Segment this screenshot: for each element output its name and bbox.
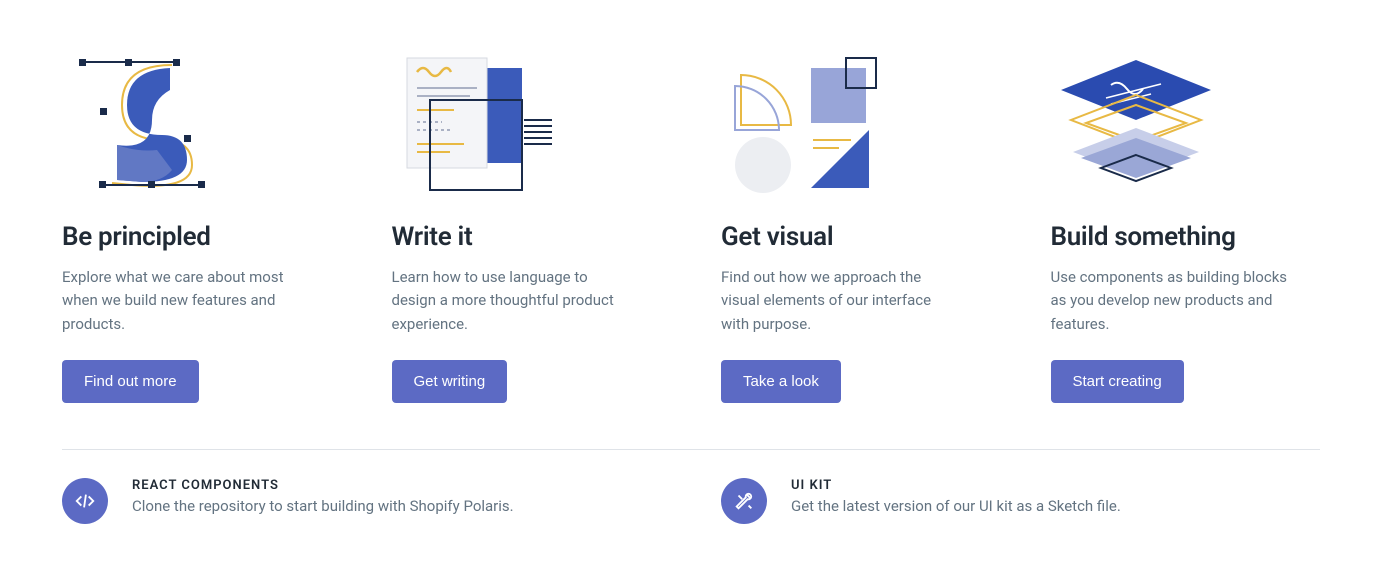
card-get-visual: Get visual Find out how we approach the …	[721, 40, 991, 403]
card-description: Learn how to use language to design a mo…	[392, 266, 632, 336]
find-out-more-button[interactable]: Find out more	[62, 360, 199, 403]
card-description: Use components as building blocks as you…	[1051, 266, 1291, 336]
resource-description: Get the latest version of our UI kit as …	[791, 497, 1121, 515]
get-writing-button[interactable]: Get writing	[392, 360, 508, 403]
card-description: Find out how we approach the visual elem…	[721, 266, 961, 336]
resources-row: REACT COMPONENTS Clone the repository to…	[62, 478, 1320, 524]
resource-label: REACT COMPONENTS	[132, 478, 514, 493]
resource-body: REACT COMPONENTS Clone the repository to…	[132, 478, 514, 515]
illustration-layers	[1051, 40, 1321, 210]
feature-cards: Be principled Explore what we care about…	[62, 40, 1320, 403]
tools-icon	[721, 478, 767, 524]
resource-description: Clone the repository to start building w…	[132, 497, 514, 515]
card-title: Write it	[392, 222, 662, 252]
resource-body: UI KIT Get the latest version of our UI …	[791, 478, 1121, 515]
code-icon	[62, 478, 108, 524]
resource-react-components[interactable]: REACT COMPONENTS Clone the repository to…	[62, 478, 661, 524]
illustration-document	[392, 40, 662, 210]
divider	[62, 449, 1320, 450]
card-write-it: Write it Learn how to use language to de…	[392, 40, 662, 403]
illustration-shapes	[721, 40, 991, 210]
card-title: Be principled	[62, 222, 332, 252]
take-a-look-button[interactable]: Take a look	[721, 360, 841, 403]
card-description: Explore what we care about most when we …	[62, 266, 302, 336]
card-title: Build something	[1051, 222, 1321, 252]
resource-ui-kit[interactable]: UI KIT Get the latest version of our UI …	[721, 478, 1320, 524]
card-title: Get visual	[721, 222, 991, 252]
card-build-something: Build something Use components as buildi…	[1051, 40, 1321, 403]
illustration-s-path	[62, 40, 332, 210]
start-creating-button[interactable]: Start creating	[1051, 360, 1184, 403]
resource-label: UI KIT	[791, 478, 1121, 493]
card-be-principled: Be principled Explore what we care about…	[62, 40, 332, 403]
